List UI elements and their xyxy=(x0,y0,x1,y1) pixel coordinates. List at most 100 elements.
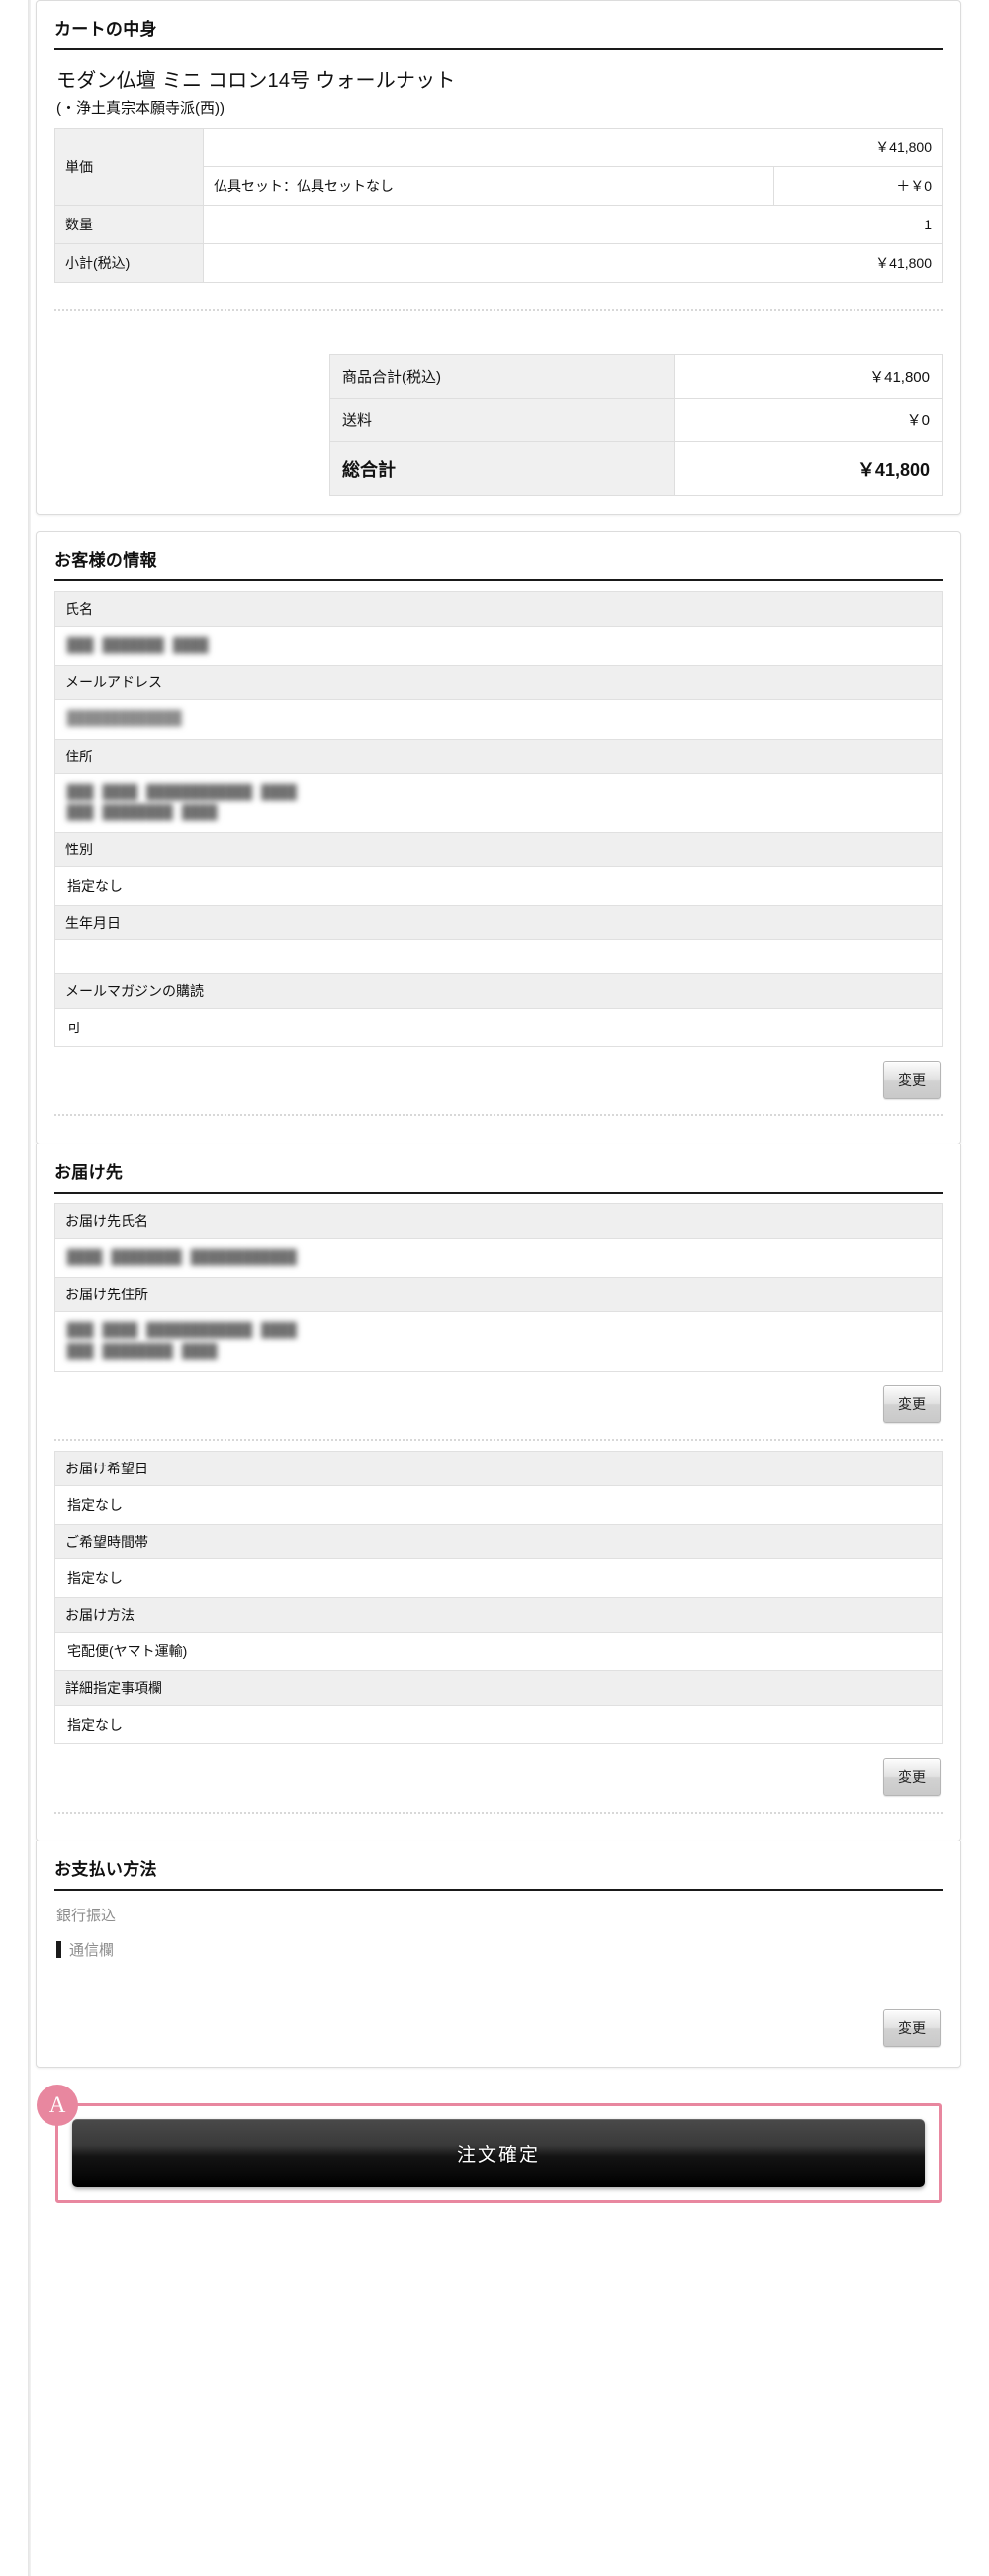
field-value-row: ███ ███████ ████ xyxy=(54,625,943,666)
shipping-mid-divider xyxy=(54,1439,943,1442)
grand-total-amount: ￥41,800 xyxy=(674,441,943,496)
subtotal-value: ￥41,800 xyxy=(203,243,943,283)
shipping-address-change-row: 変更 xyxy=(54,1372,943,1425)
totals-wrapper: 商品合計(税込) ￥41,800 送料 ￥0 総合計 ￥41,800 xyxy=(54,354,943,496)
field-value-row: 指定なし xyxy=(54,1558,943,1599)
page-edge-strip xyxy=(28,0,31,2576)
field-label-row: お届け希望日 xyxy=(54,1451,943,1487)
unit-price-label: 単価 xyxy=(54,128,204,206)
field-value-row: 宅配便(ヤマト運輸) xyxy=(54,1632,943,1672)
customer-section-title: お客様の情報 xyxy=(54,546,943,581)
payment-change-button[interactable]: 変更 xyxy=(883,2009,941,2048)
delivery-method-label: お届け方法 xyxy=(54,1597,943,1634)
field-value-row: 指定なし xyxy=(54,866,943,907)
memo-marker-icon xyxy=(56,1941,61,1959)
quantity-row: 数量 1 xyxy=(54,205,943,244)
customer-change-row: 変更 xyxy=(54,1047,943,1101)
shipping-options-change-button[interactable]: 変更 xyxy=(883,1758,941,1797)
product-name: モダン仏壇 ミニ コロン14号 ウォールナット xyxy=(56,70,456,92)
desired-date-label: お届け希望日 xyxy=(54,1451,943,1487)
ship-name-value: ████ ████████ ████████████ xyxy=(67,1250,298,1267)
memo-label: 通信欄 xyxy=(69,1942,115,1960)
totals-row: 商品合計(税込) ￥41,800 xyxy=(328,354,943,399)
customer-name-value: ███ ███████ ████ xyxy=(67,638,209,654)
shipping-address-change-button[interactable]: 変更 xyxy=(883,1385,941,1424)
ship-address-label: お届け先住所 xyxy=(54,1277,943,1313)
totals-table: 商品合計(税込) ￥41,800 送料 ￥0 総合計 ￥41,800 xyxy=(328,354,943,496)
field-value-row: 指定なし xyxy=(54,1485,943,1526)
customer-gender-value: 指定なし xyxy=(54,866,943,907)
detail-note-label: 詳細指定事項欄 xyxy=(54,1670,943,1707)
grand-total-row: 総合計 ￥41,800 xyxy=(328,441,943,496)
payment-panel: お支払い方法 銀行振込 通信欄 変更 xyxy=(36,1841,961,2069)
quantity-label: 数量 xyxy=(54,205,204,244)
customer-birthday-value xyxy=(54,939,943,975)
ship-name-label: お届け先氏名 xyxy=(54,1203,943,1240)
order-confirm-zone: A 注文確定 xyxy=(36,2078,961,2229)
shipping-panel: お届け先 お届け先氏名 ████ ████████ ████████████ お… xyxy=(36,1144,961,1843)
annotation-badge-a: A xyxy=(37,2085,78,2127)
field-value-row: 指定なし xyxy=(54,1705,943,1745)
checkout-page: カートの中身 モダン仏壇 ミニ コロン14号 ウォールナット (・浄土真宗本願寺… xyxy=(0,0,989,2576)
ship-address-value: ███ ████ ████████████ ████ ███ ████████ … xyxy=(67,1323,298,1360)
product-subtitle: (・浄土真宗本願寺派(西)) xyxy=(56,100,225,117)
customer-address-label: 住所 xyxy=(54,738,943,774)
field-label-row: お届け先住所 xyxy=(54,1277,943,1313)
field-value-row xyxy=(54,939,943,975)
annotation-highlight-box: A 注文確定 xyxy=(37,2085,942,2204)
field-value-row: █████████████ xyxy=(54,699,943,740)
payment-method-value: 銀行振込 xyxy=(56,1908,117,1925)
field-value-row: ███ ████ ████████████ ████ ███ ████████ … xyxy=(54,1311,943,1373)
shipping-bottom-divider xyxy=(54,1812,943,1815)
memo-empty-space xyxy=(54,1962,943,1996)
customer-email-label: メールアドレス xyxy=(54,665,943,701)
shipping-section-title: お届け先 xyxy=(54,1158,943,1195)
field-label-row: 性別 xyxy=(54,832,943,868)
customer-name-label: 氏名 xyxy=(54,591,943,627)
delivery-method-value: 宅配便(ヤマト運輸) xyxy=(54,1632,943,1672)
shipping-fee-label: 送料 xyxy=(328,398,676,442)
cart-panel: カートの中身 モダン仏壇 ミニ コロン14号 ウォールナット (・浄土真宗本願寺… xyxy=(36,0,961,515)
payment-change-row: 変更 xyxy=(54,1996,943,2049)
unit-price-row: 単価 ￥41,800 xyxy=(54,128,943,206)
desired-time-value: 指定なし xyxy=(54,1558,943,1599)
desired-time-label: ご希望時間帯 xyxy=(54,1524,943,1560)
totals-row: 送料 ￥0 xyxy=(328,398,943,442)
option-label: 仏具セット：仏具セットなし xyxy=(203,166,774,206)
customer-gender-label: 性別 xyxy=(54,832,943,868)
field-label-row: 住所 xyxy=(54,738,943,774)
field-label-row: ご希望時間帯 xyxy=(54,1524,943,1560)
field-label-row: お届け先氏名 xyxy=(54,1203,943,1240)
quantity-value: 1 xyxy=(203,205,943,244)
field-value-row: 可 xyxy=(54,1008,943,1048)
customer-info-panel: お客様の情報 氏名 ███ ███████ ████ メールアドレス █████… xyxy=(36,531,961,1146)
field-label-row: 生年月日 xyxy=(54,905,943,941)
shipping-options-table: お届け希望日 指定なし ご希望時間帯 指定なし お届け方法 宅配便(ヤマト運輸)… xyxy=(54,1451,943,1745)
items-total-label: 商品合計(税込) xyxy=(328,354,676,399)
newsletter-value: 可 xyxy=(54,1008,943,1048)
field-label-row: 氏名 xyxy=(54,591,943,627)
shipping-address-table: お届け先氏名 ████ ████████ ████████████ お届け先住所… xyxy=(54,1203,943,1373)
desired-date-value: 指定なし xyxy=(54,1485,943,1526)
option-value: ＋￥0 xyxy=(773,166,943,206)
payment-section-title: お支払い方法 xyxy=(54,1855,943,1892)
unit-price-value: ￥41,800 xyxy=(203,128,943,167)
customer-bottom-divider xyxy=(54,1114,943,1117)
shipping-fee-amount: ￥0 xyxy=(674,398,943,442)
field-value-row: ████ ████████ ████████████ xyxy=(54,1238,943,1279)
customer-change-button[interactable]: 変更 xyxy=(883,1061,941,1100)
cart-item-table: 単価 ￥41,800 仏具セット：仏具セットなし ＋￥0 数量 1 小計(税込)… xyxy=(54,128,943,283)
customer-email-value: █████████████ xyxy=(67,711,183,728)
order-confirm-button[interactable]: 注文確定 xyxy=(72,2119,925,2188)
field-label-row: 詳細指定事項欄 xyxy=(54,1670,943,1707)
customer-info-table: 氏名 ███ ███████ ████ メールアドレス ████████████… xyxy=(54,591,943,1048)
subtotal-label: 小計(税込) xyxy=(54,243,204,283)
cart-section-title: カートの中身 xyxy=(54,15,943,50)
memo-field: 通信欄 xyxy=(54,1931,943,1962)
grand-total-label: 総合計 xyxy=(328,441,676,496)
newsletter-label: メールマガジンの購読 xyxy=(54,973,943,1010)
items-total-amount: ￥41,800 xyxy=(674,354,943,399)
field-label-row: お届け方法 xyxy=(54,1597,943,1634)
field-label-row: メールマガジンの購読 xyxy=(54,973,943,1010)
detail-note-value: 指定なし xyxy=(54,1705,943,1745)
